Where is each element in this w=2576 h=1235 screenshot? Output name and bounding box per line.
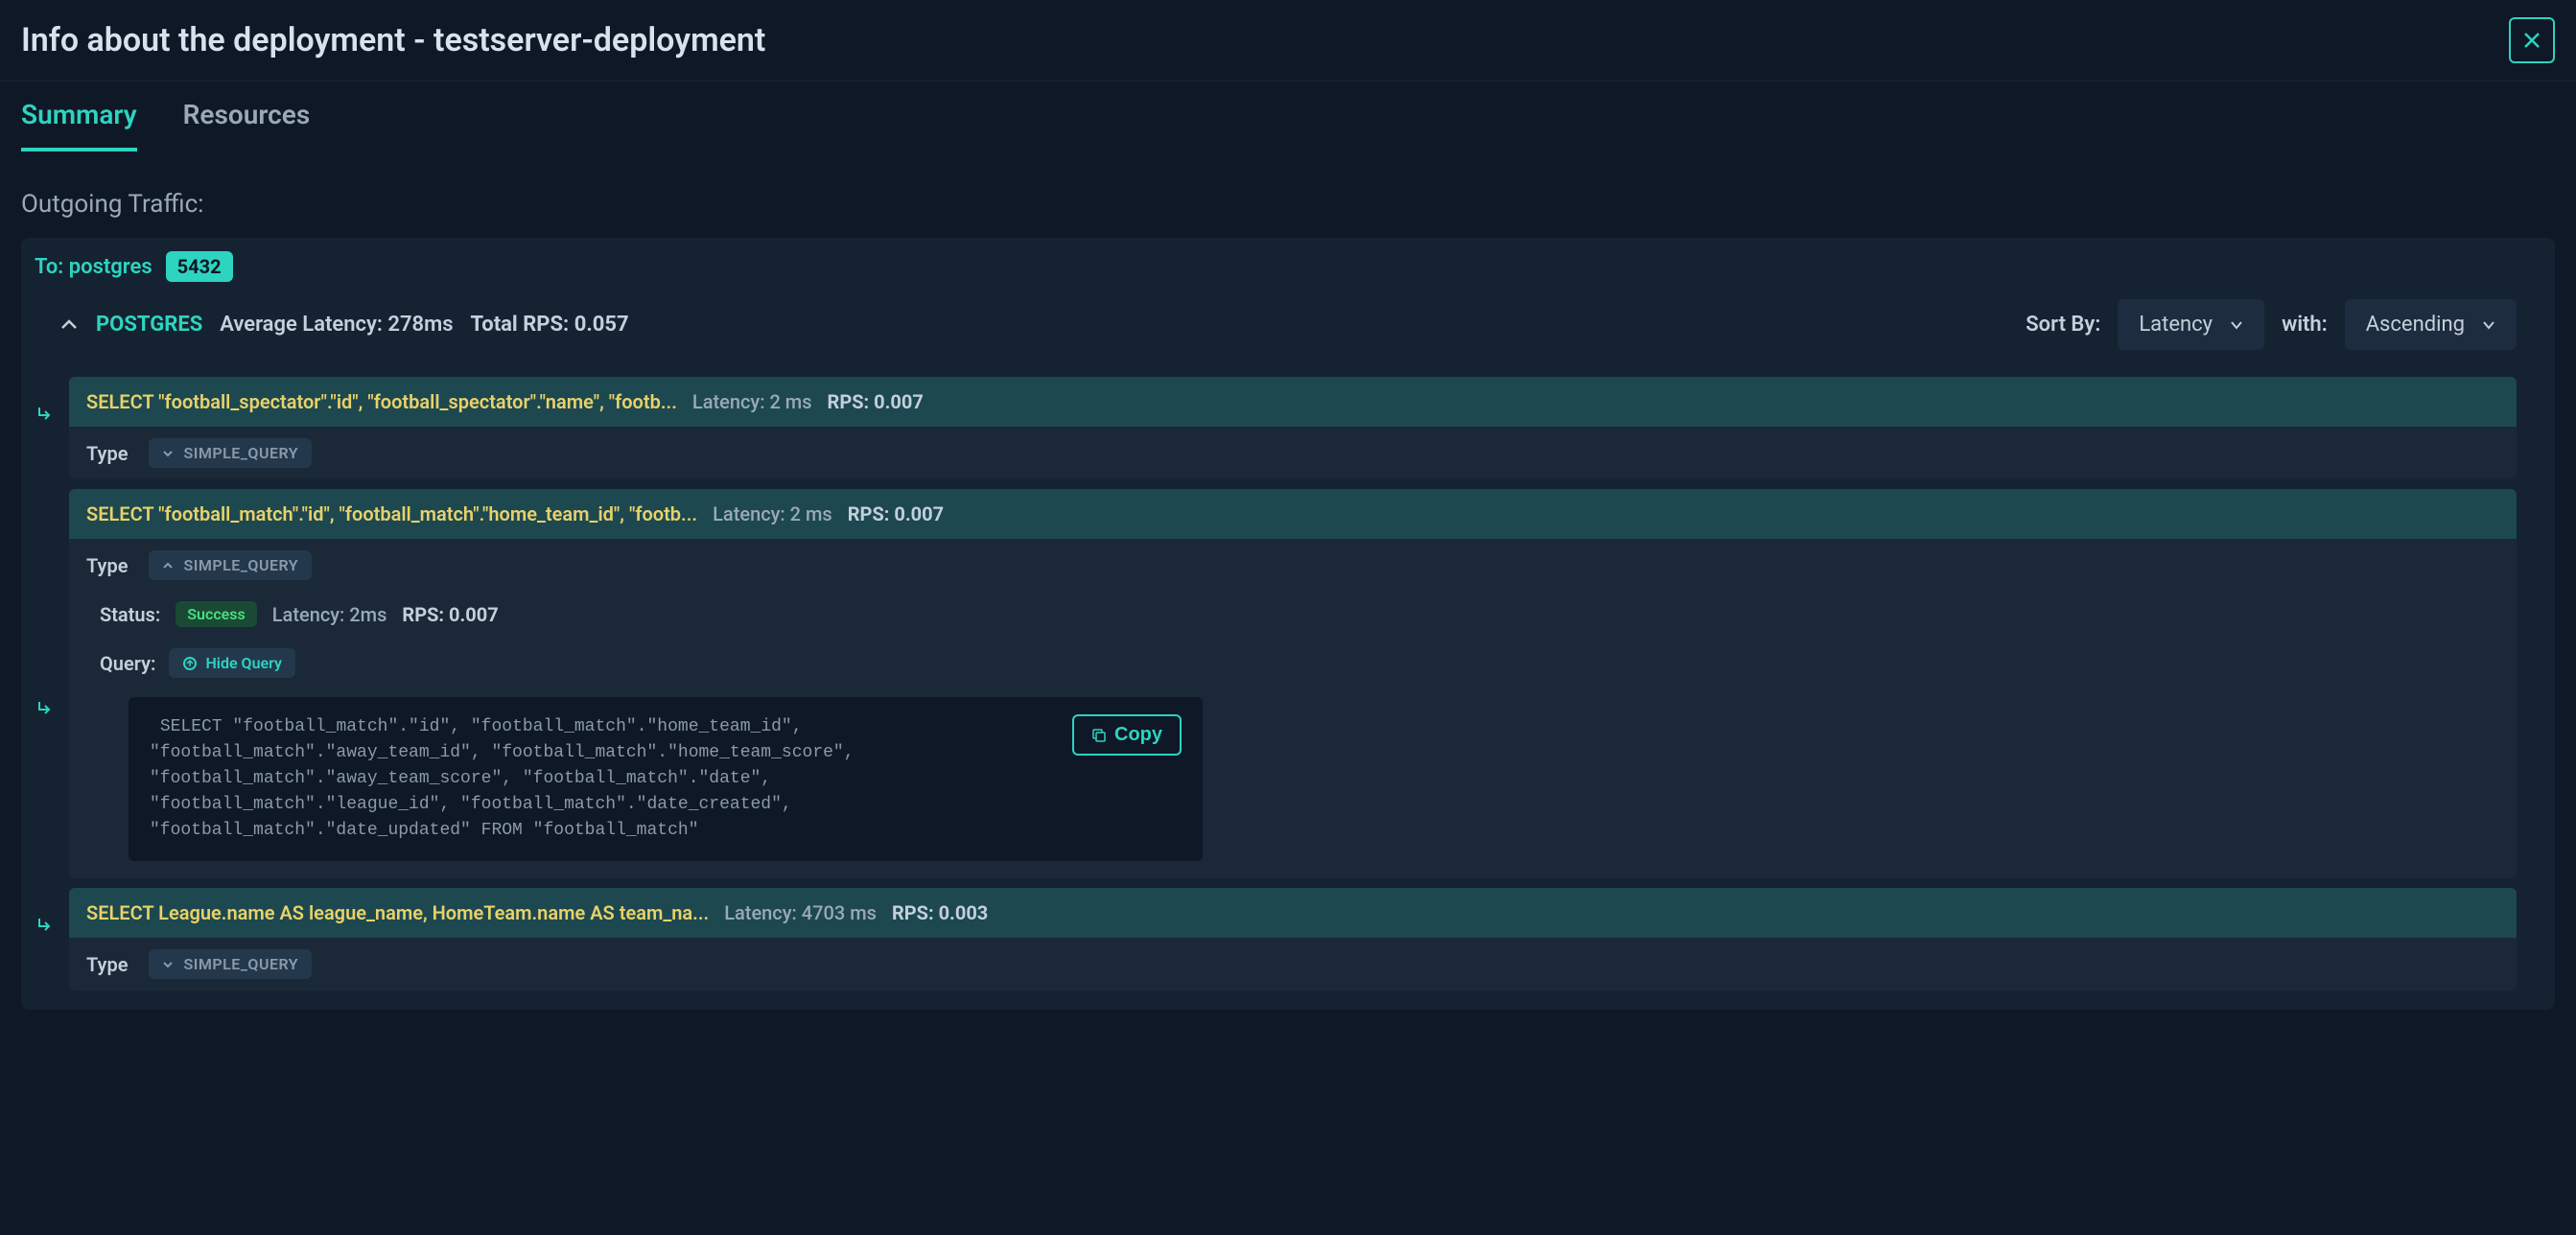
total-rps: Total RPS: 0.057 [471, 313, 629, 337]
collapse-protocol-button[interactable] [59, 315, 79, 335]
chevron-down-icon [2230, 320, 2243, 330]
type-value: SIMPLE_QUERY [183, 955, 298, 973]
avg-latency: Average Latency: 278ms [220, 313, 453, 337]
close-button[interactable] [2509, 17, 2555, 63]
query-latency: Latency: 4703 ms [724, 901, 877, 924]
query-header[interactable]: SELECT League.name AS league_name, HomeT… [69, 888, 2517, 938]
branch-arrow-icon [36, 367, 69, 423]
hide-query-button[interactable]: Hide Query [169, 648, 295, 678]
query-sql-preview: SELECT "football_spectator"."id", "footb… [86, 390, 677, 413]
detail-rps: RPS: 0.007 [402, 603, 498, 626]
chevron-down-icon [2482, 320, 2495, 330]
direction-value: Ascending [2366, 313, 2465, 337]
query-header[interactable]: SELECT "football_match"."id", "football_… [69, 489, 2517, 539]
query-rps: RPS: 0.007 [828, 390, 924, 413]
to-label: To: postgres [35, 255, 152, 279]
tab-resources[interactable]: Resources [183, 99, 311, 151]
type-chip[interactable]: SIMPLE_QUERY [149, 949, 312, 979]
close-icon [2523, 32, 2541, 49]
branch-arrow-icon [36, 878, 69, 934]
query-latency: Latency: 2 ms [713, 502, 832, 525]
type-label: Type [86, 554, 128, 577]
detail-latency: Latency: 2ms [272, 603, 387, 626]
type-chip[interactable]: SIMPLE_QUERY [149, 550, 312, 580]
chevron-down-icon [162, 450, 174, 457]
with-label: with: [2282, 313, 2328, 337]
sort-by-label: Sort By: [2026, 313, 2100, 337]
query-rps: RPS: 0.003 [892, 901, 988, 924]
section-title: Outgoing Traffic: [0, 151, 2576, 238]
branch-arrow-icon [36, 479, 69, 717]
chevron-up-icon [60, 319, 78, 331]
sort-by-value: Latency [2139, 313, 2213, 337]
chevron-up-icon [162, 562, 174, 570]
type-value: SIMPLE_QUERY [183, 444, 298, 462]
port-badge: 5432 [166, 251, 233, 282]
protocol-name: POSTGRES [96, 313, 202, 337]
query-rps: RPS: 0.007 [848, 502, 944, 525]
copy-label: Copy [1114, 724, 1162, 746]
query-sql-preview: SELECT "football_match"."id", "football_… [86, 502, 697, 525]
type-value: SIMPLE_QUERY [183, 556, 298, 574]
query-sql-preview: SELECT League.name AS league_name, HomeT… [86, 901, 709, 924]
copy-icon [1091, 728, 1107, 743]
tab-summary[interactable]: Summary [21, 99, 137, 151]
query-latency: Latency: 2 ms [692, 390, 812, 413]
type-label: Type [86, 442, 128, 465]
status-label: Status: [100, 603, 160, 626]
sort-by-select[interactable]: Latency [2118, 299, 2264, 350]
type-chip[interactable]: SIMPLE_QUERY [149, 438, 312, 468]
traffic-panel: To: postgres 5432 POSTGRES Average Laten… [21, 238, 2555, 1010]
page-title: Info about the deployment - testserver-d… [21, 21, 765, 59]
type-label: Type [86, 953, 128, 976]
collapse-icon [182, 656, 198, 671]
copy-button[interactable]: Copy [1072, 714, 1182, 756]
status-badge: Success [176, 601, 256, 627]
query-label: Query: [100, 652, 155, 675]
query-code: SELECT "football_match"."id", "football_… [150, 714, 1053, 844]
chevron-down-icon [162, 961, 174, 968]
direction-select[interactable]: Ascending [2345, 299, 2517, 350]
hide-query-label: Hide Query [205, 654, 282, 672]
query-header[interactable]: SELECT "football_spectator"."id", "footb… [69, 377, 2517, 427]
